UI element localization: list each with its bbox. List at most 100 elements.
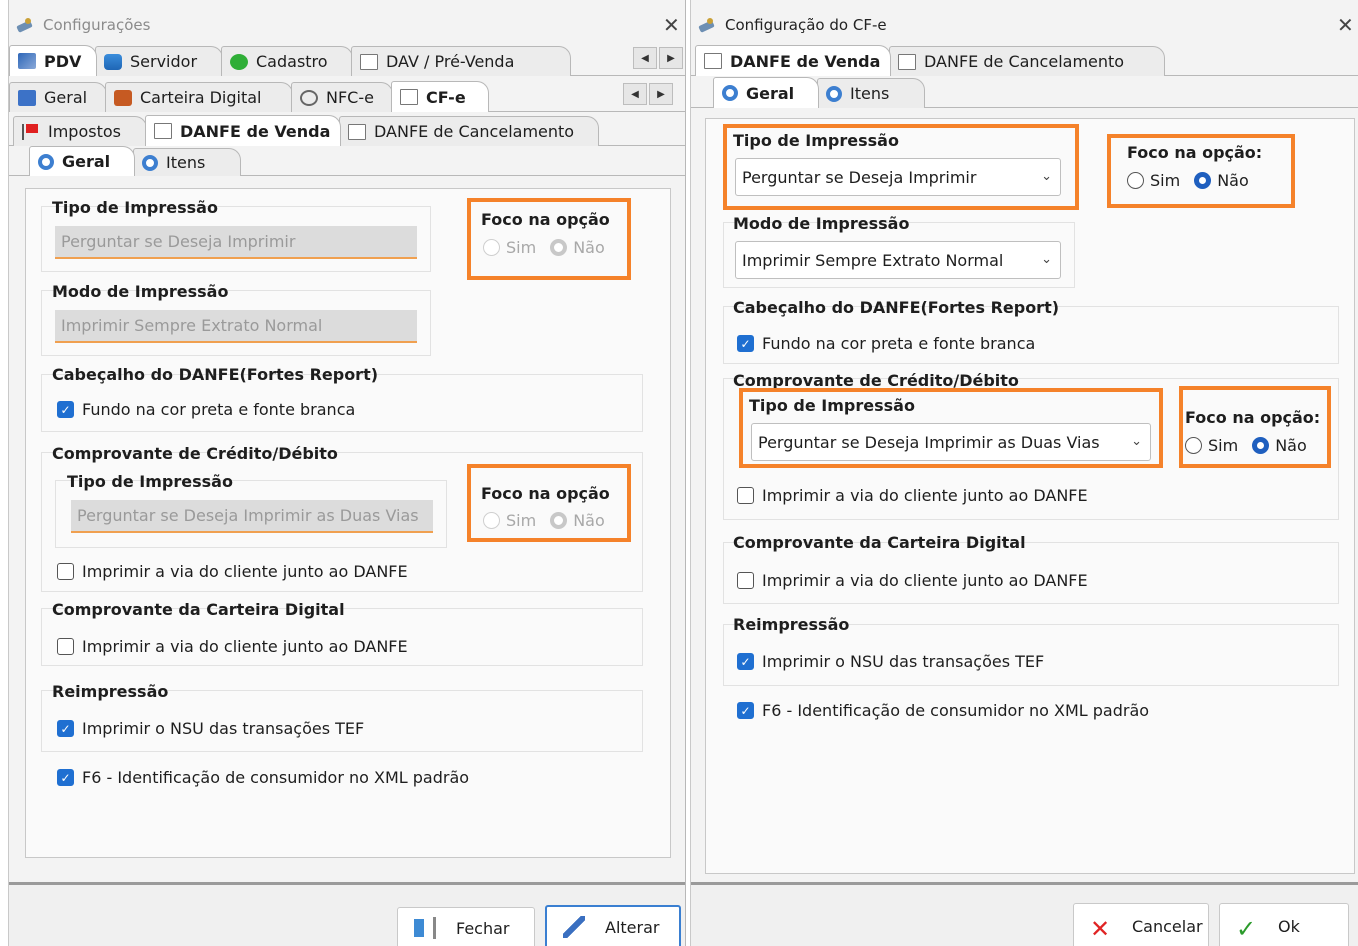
database-icon xyxy=(104,53,122,70)
ok-button[interactable]: ✓ Ok xyxy=(1219,903,1349,946)
chevron-down-icon: ⌄ xyxy=(1041,252,1052,267)
label-foco-na-opcao: Foco na opção xyxy=(481,210,610,229)
plus-icon xyxy=(230,53,248,70)
gear-icon xyxy=(38,153,54,170)
tab-pdv[interactable]: PDV xyxy=(9,45,97,76)
app-icon xyxy=(697,17,717,33)
label-cabecalho: Cabeçalho do DANFE(Fortes Report) xyxy=(52,365,379,384)
label-foco-na-opcao-credito: Foco na opção xyxy=(481,484,610,503)
arrow-right-icon[interactable]: ▶ xyxy=(659,47,683,69)
foco-radio-group: Sim Não xyxy=(1127,171,1257,190)
fechar-button[interactable]: Fechar xyxy=(397,907,535,946)
arrow-right-icon[interactable]: ▶ xyxy=(649,83,673,105)
cancelar-button[interactable]: ✕ Cancelar xyxy=(1073,903,1209,946)
radio-sim[interactable]: Sim xyxy=(1185,436,1238,455)
radio-sim: Sim xyxy=(483,511,536,530)
tab-danfe-cancelamento[interactable]: DANFE de Cancelamento xyxy=(889,46,1165,76)
label-carteira-digital: Comprovante da Carteira Digital xyxy=(733,533,1026,552)
label-tipo-impressao: Tipo de Impressão xyxy=(733,131,899,150)
label-cabecalho: Cabeçalho do DANFE(Fortes Report) xyxy=(733,298,1060,317)
checkbox-via-cliente-credito[interactable]: Imprimir a via do cliente junto ao DANFE xyxy=(57,562,408,581)
radio-sim[interactable]: Sim xyxy=(1127,171,1180,190)
label-modo-impressao: Modo de Impressão xyxy=(52,282,229,301)
tabstrip-pdv: Geral Carteira Digital NFC-e CF-e ◀ ▶ xyxy=(9,80,685,112)
pencil-icon xyxy=(563,916,585,938)
title-bar: Configuração do CF-e ✕ xyxy=(691,8,1358,42)
flag-icon xyxy=(22,123,40,140)
tab-geral-sub[interactable]: Geral xyxy=(29,146,135,176)
check-icon: ✓ xyxy=(1236,915,1257,943)
radio-sim: Sim xyxy=(483,238,536,257)
radio-nao[interactable]: Não xyxy=(1194,171,1249,190)
close-icon[interactable]: ✕ xyxy=(1337,8,1354,42)
label-carteira-digital: Comprovante da Carteira Digital xyxy=(52,600,345,619)
x-icon: ✕ xyxy=(1090,915,1111,943)
tab-servidor[interactable]: Servidor xyxy=(95,46,223,76)
pdv-icon xyxy=(18,53,36,69)
tabstrip-danfe: Geral Itens xyxy=(9,146,685,176)
label-foco-na-opcao-credito: Foco na opção: xyxy=(1185,408,1321,427)
tab-geral[interactable]: Geral xyxy=(9,82,107,112)
checkbox-fundo-preto[interactable]: ✓ Fundo na cor preta e fonte branca xyxy=(737,334,1035,353)
radio-nao: Não xyxy=(550,511,605,530)
arrow-left-icon[interactable]: ◀ xyxy=(633,47,657,69)
document-icon xyxy=(400,89,418,105)
gear-icon xyxy=(722,85,738,101)
radio-nao: Não xyxy=(550,238,605,257)
tab-itens[interactable]: Itens xyxy=(133,148,241,176)
tabstrip-cfe: Impostos DANFE de Venda DANFE de Cancela… xyxy=(9,114,685,146)
document-icon xyxy=(154,123,172,139)
label-reimpressao: Reimpressão xyxy=(733,615,850,634)
label-tipo-impressao-credito: Tipo de Impressão xyxy=(749,396,915,415)
arrow-left-icon[interactable]: ◀ xyxy=(623,83,647,105)
window-title: Configuração do CF-e xyxy=(725,16,887,34)
foco-credito-radio-group: Sim Não xyxy=(1185,436,1315,455)
tab-danfe-cancelamento[interactable]: DANFE de Cancelamento xyxy=(339,116,599,146)
checkbox-via-cliente-carteira[interactable]: Imprimir a via do cliente junto ao DANFE xyxy=(737,571,1088,590)
document-icon xyxy=(898,53,916,70)
checkbox-fundo-preto[interactable]: ✓ Fundo na cor preta e fonte branca xyxy=(57,400,355,419)
tab-nfce[interactable]: NFC-e xyxy=(291,82,393,112)
button-bar: Fechar Alterar xyxy=(9,882,685,946)
tipo-impressao-credito-field: Perguntar se Deseja Imprimir as Duas Via… xyxy=(71,500,433,533)
tipo-impressao-field: Perguntar se Deseja Imprimir xyxy=(55,226,417,259)
window-title: Configurações xyxy=(43,16,151,34)
tab-danfe-venda[interactable]: DANFE de Venda xyxy=(695,45,891,76)
radio-nao[interactable]: Não xyxy=(1252,436,1307,455)
close-icon[interactable]: ✕ xyxy=(663,8,680,42)
checkbox-nsu-tef[interactable]: ✓ Imprimir o NSU das transações TEF xyxy=(57,719,364,738)
checkbox-nsu-tef[interactable]: ✓ Imprimir o NSU das transações TEF xyxy=(737,652,1044,671)
document-icon xyxy=(704,53,722,69)
tab-impostos[interactable]: Impostos xyxy=(13,116,147,146)
label-comprovante-credito: Comprovante de Crédito/Débito xyxy=(52,444,338,463)
document-icon xyxy=(348,123,366,140)
tipo-impressao-select[interactable]: Perguntar se Deseja Imprimir ⌄ xyxy=(735,158,1061,196)
gear-icon xyxy=(142,154,158,171)
label-foco-na-opcao: Foco na opção: xyxy=(1127,143,1263,162)
tab-itens[interactable]: Itens xyxy=(817,78,925,108)
label-tipo-impressao: Tipo de Impressão xyxy=(52,198,218,217)
tab-geral[interactable]: Geral xyxy=(713,77,819,108)
checkbox-f6-identificacao[interactable]: ✓ F6 - Identificação de consumidor no XML… xyxy=(57,768,469,787)
checkbox-via-cliente-carteira[interactable]: Imprimir a via do cliente junto ao DANFE xyxy=(57,637,408,656)
configuracao-cfe-window: Configuração do CF-e ✕ DANFE de Venda DA… xyxy=(690,0,1358,946)
title-bar: Configurações ✕ xyxy=(9,8,685,42)
foco-radio-group: Sim Não xyxy=(483,238,613,257)
tab-cadastro[interactable]: Cadastro xyxy=(221,46,353,76)
geral-icon xyxy=(18,89,36,106)
tab-danfe-venda[interactable]: DANFE de Venda xyxy=(145,115,341,146)
tabstrip-main: PDV Servidor Cadastro DAV / Pré-Venda ◀ ▶ xyxy=(9,44,685,76)
checkbox-via-cliente-credito[interactable]: Imprimir a via do cliente junto ao DANFE xyxy=(737,486,1088,505)
chevron-down-icon: ⌄ xyxy=(1041,169,1052,184)
tab-dav-pre-venda[interactable]: DAV / Pré-Venda xyxy=(351,46,571,76)
checkbox-f6-identificacao[interactable]: ✓ F6 - Identificação de consumidor no XML… xyxy=(737,701,1149,720)
tab-cfe[interactable]: CF-e xyxy=(391,81,489,112)
modo-impressao-select[interactable]: Imprimir Sempre Extrato Normal ⌄ xyxy=(735,241,1061,279)
tabstrip-danfe: DANFE de Venda DANFE de Cancelamento xyxy=(691,44,1358,76)
alterar-button[interactable]: Alterar xyxy=(545,905,681,946)
label-reimpressao: Reimpressão xyxy=(52,682,169,701)
tipo-impressao-credito-select[interactable]: Perguntar se Deseja Imprimir as Duas Via… xyxy=(751,423,1151,461)
button-bar: ✕ Cancelar ✓ Ok xyxy=(691,882,1358,946)
tab-carteira-digital[interactable]: Carteira Digital xyxy=(105,82,293,112)
wallet-icon xyxy=(114,89,132,106)
